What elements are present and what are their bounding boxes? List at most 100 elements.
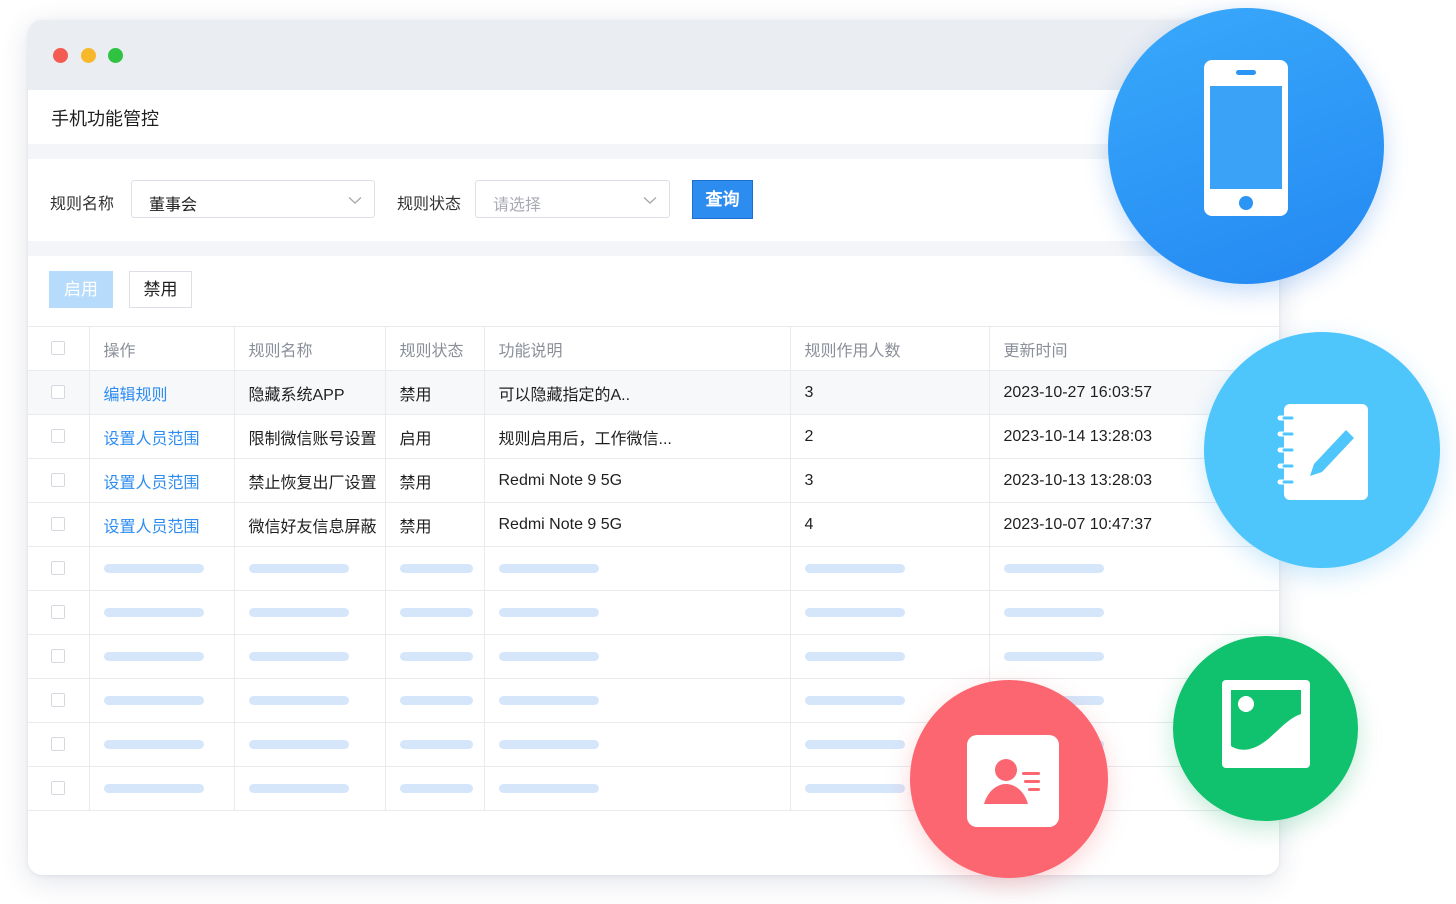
placeholder-cell bbox=[234, 634, 386, 679]
row-name-cell: 限制微信账号设置 bbox=[234, 414, 386, 459]
image-icon bbox=[1222, 680, 1310, 768]
placeholder-cell bbox=[234, 766, 386, 811]
table-row: 设置人员范围 限制微信账号设置 启用 规则启用后，工作微信... 2 2023-… bbox=[28, 414, 1279, 459]
loading-bar bbox=[399, 783, 473, 793]
placeholder-cell bbox=[484, 634, 791, 679]
row-count-cell: 3 bbox=[790, 458, 990, 503]
column-header-affected-count: 规则作用人数 bbox=[790, 326, 990, 371]
rule-status-label: 规则状态 bbox=[397, 196, 462, 213]
loading-bar bbox=[248, 739, 349, 749]
loading-bar bbox=[399, 607, 473, 617]
placeholder-cell bbox=[484, 590, 791, 635]
placeholder-cell bbox=[790, 546, 990, 591]
loading-bar bbox=[804, 695, 905, 705]
row-checkbox[interactable] bbox=[51, 561, 66, 576]
placeholder-cell bbox=[89, 634, 235, 679]
row-checkbox-cell bbox=[28, 502, 90, 547]
contact-feature-badge bbox=[910, 680, 1108, 878]
loading-bar bbox=[804, 563, 905, 573]
chevron-down-icon bbox=[643, 196, 657, 204]
set-scope-link[interactable]: 设置人员范围 bbox=[104, 519, 200, 536]
row-checkbox[interactable] bbox=[51, 473, 66, 488]
row-name-cell: 微信好友信息屏蔽 bbox=[234, 502, 386, 547]
table-header-row: 操作 规则名称 规则状态 功能说明 规则作用人数 更新时间 bbox=[28, 326, 1279, 371]
loading-bar bbox=[103, 563, 204, 573]
section-divider bbox=[28, 241, 1279, 256]
row-checkbox[interactable] bbox=[51, 605, 66, 620]
rule-status-select[interactable]: 请选择 bbox=[475, 180, 670, 218]
row-action-cell: 编辑规则 bbox=[89, 370, 235, 415]
row-checkbox[interactable] bbox=[51, 737, 66, 752]
loading-bar bbox=[399, 651, 473, 661]
row-name-cell: 隐藏系统APP bbox=[234, 370, 386, 415]
loading-bar bbox=[498, 783, 599, 793]
query-button[interactable]: 查询 bbox=[692, 180, 753, 219]
maximize-window-button[interactable] bbox=[108, 48, 123, 63]
row-checkbox-cell bbox=[28, 414, 90, 459]
placeholder-cell bbox=[385, 590, 485, 635]
edit-rule-link[interactable]: 编辑规则 bbox=[104, 387, 168, 404]
column-header-rule-status: 规则状态 bbox=[385, 326, 485, 371]
row-checkbox-cell bbox=[28, 590, 90, 635]
loading-bar bbox=[804, 739, 905, 749]
placeholder-cell bbox=[989, 590, 1279, 635]
loading-bar bbox=[399, 739, 473, 749]
set-scope-link[interactable]: 设置人员范围 bbox=[104, 475, 200, 492]
select-all-checkbox-cell bbox=[28, 326, 90, 371]
column-header-description: 功能说明 bbox=[484, 326, 791, 371]
loading-bar bbox=[804, 607, 905, 617]
placeholder-cell bbox=[385, 722, 485, 767]
placeholder-row bbox=[28, 546, 1279, 591]
placeholder-cell bbox=[790, 634, 990, 679]
chevron-down-icon bbox=[348, 196, 362, 204]
column-header-rule-name: 规则名称 bbox=[234, 326, 386, 371]
row-action-cell: 设置人员范围 bbox=[89, 458, 235, 503]
placeholder-cell bbox=[385, 634, 485, 679]
loading-bar bbox=[103, 783, 204, 793]
column-header-action: 操作 bbox=[89, 326, 235, 371]
close-window-button[interactable] bbox=[53, 48, 68, 63]
notebook-pen-icon bbox=[1277, 404, 1368, 500]
placeholder-row bbox=[28, 634, 1279, 679]
row-checkbox[interactable] bbox=[51, 385, 66, 400]
row-status-cell: 禁用 bbox=[385, 458, 485, 503]
placeholder-cell bbox=[484, 766, 791, 811]
row-checkbox[interactable] bbox=[51, 517, 66, 532]
placeholder-cell bbox=[89, 678, 235, 723]
row-checkbox[interactable] bbox=[51, 649, 66, 664]
enable-button[interactable]: 启用 bbox=[49, 271, 113, 308]
row-checkbox-cell bbox=[28, 634, 90, 679]
row-status-cell: 启用 bbox=[385, 414, 485, 459]
loading-bar bbox=[103, 651, 204, 661]
placeholder-cell bbox=[484, 546, 791, 591]
disable-button[interactable]: 禁用 bbox=[129, 271, 192, 308]
row-count-cell: 2 bbox=[790, 414, 990, 459]
rule-status-placeholder: 请选择 bbox=[493, 197, 542, 214]
loading-bar bbox=[498, 695, 599, 705]
loading-bar bbox=[248, 563, 349, 573]
page-title: 手机功能管控 bbox=[51, 109, 159, 129]
row-count-cell: 3 bbox=[790, 370, 990, 415]
loading-bar bbox=[248, 695, 349, 705]
placeholder-cell bbox=[484, 722, 791, 767]
table-row: 设置人员范围 微信好友信息屏蔽 禁用 Redmi Note 9 5G 4 202… bbox=[28, 502, 1279, 547]
smartphone-icon bbox=[1204, 60, 1288, 216]
row-checkbox[interactable] bbox=[51, 781, 66, 796]
set-scope-link[interactable]: 设置人员范围 bbox=[104, 431, 200, 448]
table-row: 编辑规则 隐藏系统APP 禁用 可以隐藏指定的A.. 3 2023-10-27 … bbox=[28, 370, 1279, 415]
loading-bar bbox=[1003, 651, 1104, 661]
placeholder-cell bbox=[89, 546, 235, 591]
minimize-window-button[interactable] bbox=[81, 48, 96, 63]
loading-bar bbox=[498, 651, 599, 661]
row-checkbox[interactable] bbox=[51, 429, 66, 444]
row-desc-cell: Redmi Note 9 5G bbox=[484, 502, 791, 547]
select-all-checkbox[interactable] bbox=[51, 341, 66, 356]
row-status-cell: 禁用 bbox=[385, 502, 485, 547]
loading-bar bbox=[248, 651, 349, 661]
row-checkbox-cell bbox=[28, 370, 90, 415]
row-checkbox-cell bbox=[28, 458, 90, 503]
rule-name-select[interactable]: 董事会 bbox=[131, 180, 375, 218]
row-checkbox[interactable] bbox=[51, 693, 66, 708]
row-checkbox-cell bbox=[28, 766, 90, 811]
section-divider bbox=[28, 144, 1279, 159]
